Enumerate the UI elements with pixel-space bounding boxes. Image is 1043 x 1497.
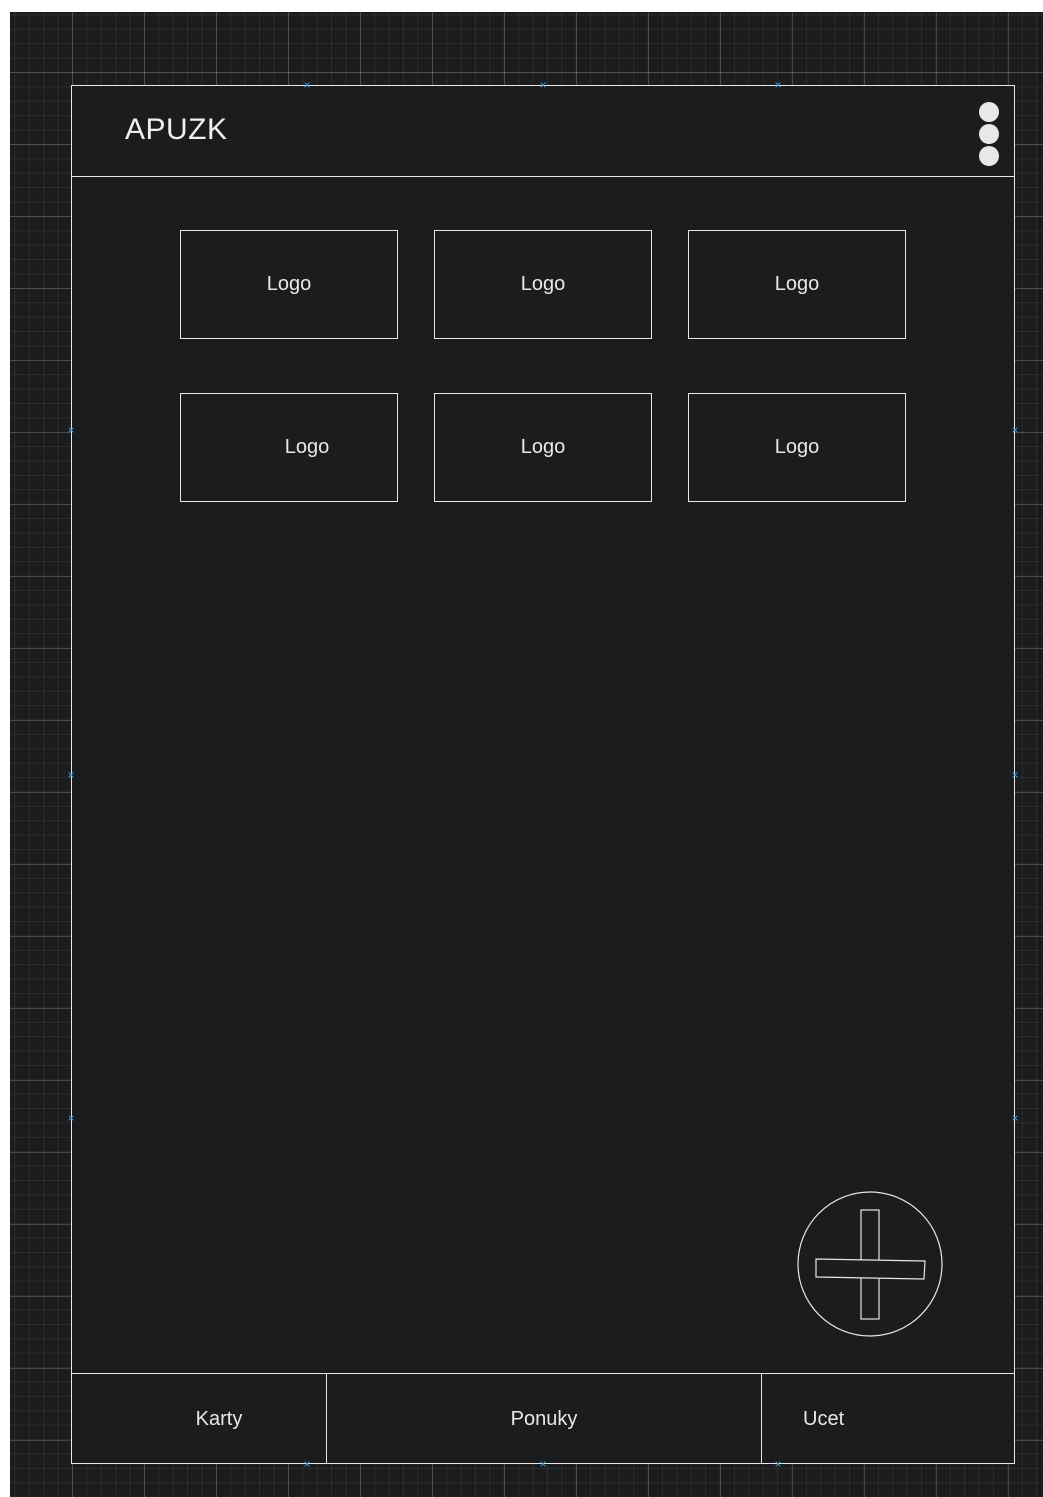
resize-handle-marker: × xyxy=(303,1457,311,1471)
resize-handle-marker: × xyxy=(67,768,75,782)
resize-handle-marker: × xyxy=(1011,423,1019,437)
nav-item-ucet[interactable]: Ucet xyxy=(762,1374,1014,1464)
resize-handle-marker: × xyxy=(67,1111,75,1125)
bottom-navigation: Karty Ponuky Ucet xyxy=(72,1373,1014,1464)
logo-label: Logo xyxy=(266,273,312,295)
logo-card[interactable]: Logo xyxy=(434,393,652,502)
logo-label: Logo xyxy=(774,436,820,458)
resize-handle-marker: × xyxy=(539,1457,547,1471)
menu-dot xyxy=(979,102,999,122)
phone-screen: APUZK Logo Logo Logo Logo Logo Logo Kart… xyxy=(71,85,1015,1464)
nav-item-label: Ponuky xyxy=(510,1407,578,1430)
menu-dot xyxy=(979,124,999,144)
logo-label: Logo xyxy=(520,436,566,458)
app-bar: APUZK xyxy=(72,86,1014,177)
nav-item-karty[interactable]: Karty xyxy=(72,1374,326,1464)
resize-handle-marker: × xyxy=(67,423,75,437)
logo-label: Logo xyxy=(520,273,566,295)
resize-handle-marker: × xyxy=(774,1457,782,1471)
resize-handle-marker: × xyxy=(539,78,547,92)
app-title: APUZK xyxy=(125,113,228,146)
resize-handle-marker: × xyxy=(1011,768,1019,782)
logo-card[interactable]: Logo xyxy=(180,393,398,502)
logo-card[interactable]: Logo xyxy=(688,230,906,339)
nav-item-label: Karty xyxy=(195,1407,243,1430)
logo-label: Logo xyxy=(284,436,330,458)
resize-handle-marker: × xyxy=(774,78,782,92)
logo-card[interactable]: Logo xyxy=(180,230,398,339)
resize-handle-marker: × xyxy=(303,78,311,92)
resize-handle-marker: × xyxy=(1011,1111,1019,1125)
add-fab-button[interactable] xyxy=(797,1191,943,1337)
logo-card[interactable]: Logo xyxy=(434,230,652,339)
menu-dot xyxy=(979,146,999,166)
nav-item-label: Ucet xyxy=(803,1407,845,1430)
plus-icon xyxy=(797,1191,943,1337)
kebab-menu-icon[interactable] xyxy=(976,102,1002,170)
nav-item-ponuky[interactable]: Ponuky xyxy=(326,1374,762,1464)
logo-label: Logo xyxy=(774,273,820,295)
logo-card[interactable]: Logo xyxy=(688,393,906,502)
